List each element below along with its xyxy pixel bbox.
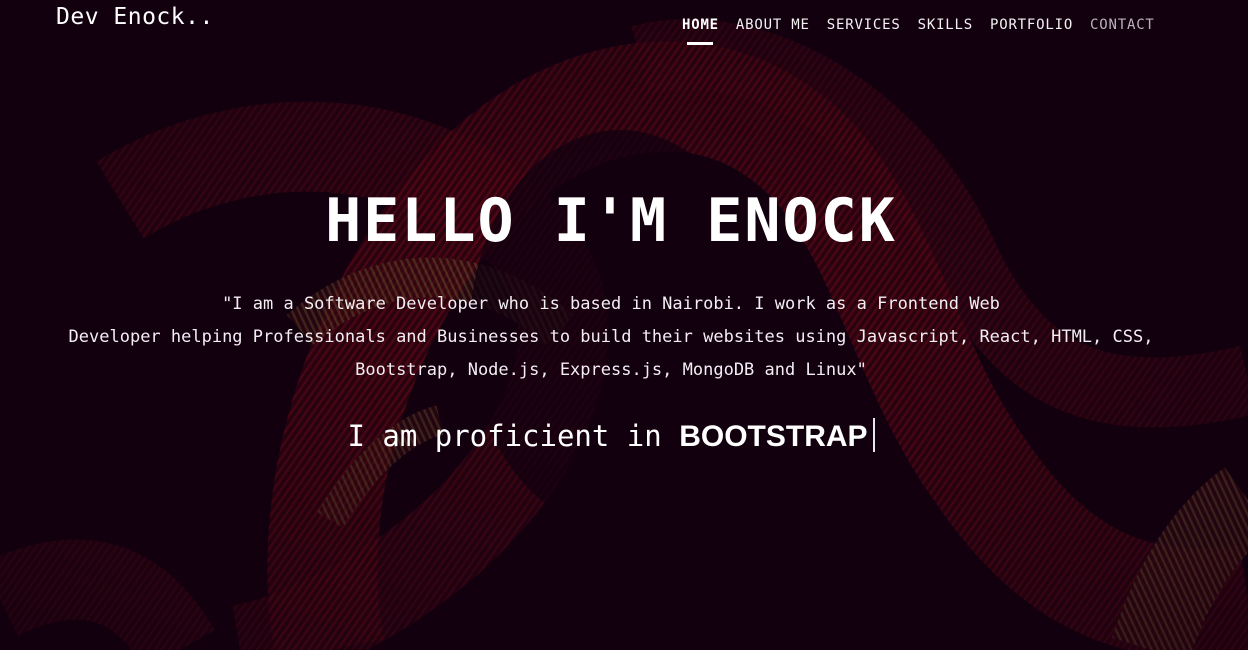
hero-title: HELLO I'M ENOCK bbox=[325, 186, 897, 256]
nav-menu: HOME ABOUT ME SERVICES SKILLS PORTFOLIO … bbox=[682, 14, 1172, 45]
brand-logo-link[interactable]: Dev Enock.. bbox=[56, 4, 214, 30]
typing-cursor bbox=[872, 418, 875, 452]
active-nav-indicator bbox=[687, 42, 714, 45]
typed-prefix: I am proficient in bbox=[347, 419, 662, 453]
nav-link-about-me[interactable]: ABOUT ME bbox=[736, 17, 810, 33]
hero-description: "I am a Software Developer who is based … bbox=[24, 288, 1198, 387]
hero-description-line-3: Bootstrap, Node.js, Express.js, MongoDB … bbox=[355, 360, 867, 380]
nav-link-contact[interactable]: CONTACT bbox=[1090, 17, 1155, 33]
nav-link-home[interactable]: HOME bbox=[682, 17, 719, 45]
hero-description-line-1: "I am a Software Developer who is based … bbox=[222, 294, 1000, 314]
nav-link-home-label: HOME bbox=[682, 17, 719, 33]
typed-skill-line: I am proficient in BOOTSTRAP bbox=[0, 418, 1222, 454]
hero-description-line-2: Developer helping Professionals and Busi… bbox=[68, 327, 1154, 347]
nav-link-portfolio[interactable]: PORTFOLIO bbox=[990, 17, 1073, 33]
top-navbar: Dev Enock.. HOME ABOUT ME SERVICES SKILL… bbox=[0, 0, 1248, 46]
nav-link-skills[interactable]: SKILLS bbox=[918, 17, 973, 33]
nav-link-services[interactable]: SERVICES bbox=[827, 17, 901, 33]
typed-skill-word: BOOTSTRAP bbox=[679, 420, 868, 453]
